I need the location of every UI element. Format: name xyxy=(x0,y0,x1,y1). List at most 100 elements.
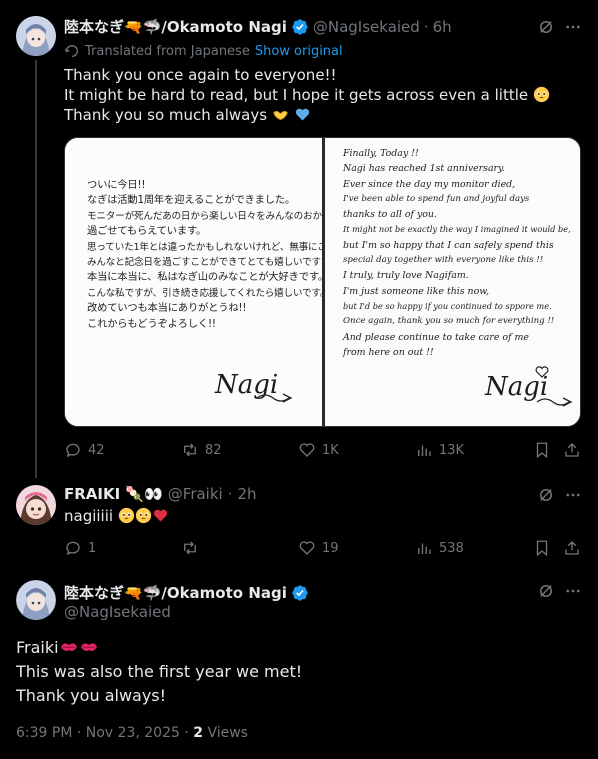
reply-text: nagiiiii xyxy=(64,507,114,525)
bookmark-button[interactable] xyxy=(533,441,551,459)
views-count: 13K xyxy=(439,442,465,458)
more-icon[interactable] xyxy=(564,582,582,604)
display-name[interactable]: 陸本なぎ🔫🦈/Okamoto Nagi xyxy=(64,16,287,37)
tweet-line: Fraiki xyxy=(16,636,302,660)
like-button[interactable]: 1K xyxy=(298,441,339,459)
views-icon xyxy=(418,445,431,456)
kiss-mark-icon xyxy=(80,643,97,651)
translated-label: Translated from Japanese xyxy=(85,43,250,59)
tweet-time[interactable]: 6h xyxy=(433,18,452,36)
views-icon xyxy=(418,543,431,554)
letter-en-line: Finally, Today !! xyxy=(343,148,419,159)
views-count: 2 xyxy=(193,725,203,741)
avatar-art xyxy=(16,485,56,525)
reply-count: 42 xyxy=(88,442,105,458)
repost-count: 82 xyxy=(205,442,222,458)
bookmark-button[interactable] xyxy=(533,539,551,557)
bookmark-icon xyxy=(536,540,548,557)
handle[interactable]: @NagIsekaied xyxy=(64,603,171,621)
repost-button[interactable] xyxy=(181,539,205,557)
letter-en-line: I've been able to spend fun and joyful d… xyxy=(343,193,530,204)
tweet-line: This was also the first year we met! xyxy=(16,662,303,681)
letter-en-line: Nagi has reached 1st anniversary. xyxy=(343,163,506,175)
handle[interactable]: @Fraiki xyxy=(168,485,223,503)
avatar[interactable] xyxy=(16,485,56,525)
letter-en-line: Ever since the day my monitor died, xyxy=(343,178,516,190)
repost-button[interactable]: 82 xyxy=(181,441,222,459)
grok-icon[interactable] xyxy=(537,18,555,40)
repost-icon xyxy=(184,541,196,555)
more-icon[interactable] xyxy=(564,18,582,40)
letter-en-line: I'm just someone like this now, xyxy=(343,285,490,297)
reply-icon xyxy=(66,541,80,556)
heart-icon xyxy=(299,443,315,457)
letter-jp-line: こんな私ですが、引き続き応援してくれたら嬉しいです。 xyxy=(87,287,330,299)
reply-button[interactable]: 1 xyxy=(64,539,96,557)
display-name[interactable]: FRAIKI 🍡👀 xyxy=(64,485,163,503)
letter-en-line: Once again, thank you so much for everyt… xyxy=(343,316,555,327)
letter-en-line: I truly, truly love Nagifam. xyxy=(343,270,469,282)
share-button[interactable] xyxy=(563,539,581,557)
verified-badge-icon xyxy=(292,18,308,35)
pleading-face-icon xyxy=(118,507,134,524)
pleading-face-icon xyxy=(135,507,151,524)
letter-image[interactable]: ついに今日!! なぎは活動1周年を迎えることができました。 モニターが死んだあの… xyxy=(64,137,581,427)
tweet-line: It might be hard to read, but I hope it … xyxy=(64,85,550,105)
letter-jp-line: 改めていつも本当にありがとうね!! xyxy=(87,302,247,315)
letter-page-english: Finally, Today !! Nagi has reached 1st a… xyxy=(325,138,580,426)
views-label: Views xyxy=(207,725,248,741)
signature-flourish xyxy=(256,393,293,403)
grok-icon[interactable] xyxy=(537,582,555,604)
more-icon[interactable] xyxy=(564,486,582,508)
timestamp[interactable]: 6:39 PM · Nov 23, 2025 · xyxy=(16,725,193,741)
show-original-link[interactable]: Show original xyxy=(255,44,343,59)
letter-jp-line: モニターが死んだあの日から楽しい日々をみんなのおかげで xyxy=(87,210,341,222)
tweet-line: Thank you so much always xyxy=(64,105,550,125)
repost-icon xyxy=(184,443,196,457)
share-button[interactable] xyxy=(563,441,581,459)
pleading-face-icon xyxy=(533,86,550,103)
letter-jp-line: ついに今日!! xyxy=(87,179,146,191)
letter-en-line: thanks to all of you. xyxy=(343,209,437,221)
letter-jp-line: これからもどうぞよろしく!! xyxy=(87,317,216,330)
letter-jp-line: みんなと記念日を過ごすことができてとても嬉しいです!! xyxy=(87,257,329,269)
red-heart-icon xyxy=(153,509,167,522)
reply-button[interactable]: 42 xyxy=(64,441,105,459)
tweet-time[interactable]: 2h xyxy=(237,485,256,503)
kiss-mark-icon xyxy=(60,643,77,651)
letter-jp-line: 思っていた1年とは違ったかもしれないけれど、無事にこうして xyxy=(87,241,355,253)
heart-icon xyxy=(299,541,315,555)
reply-count: 1 xyxy=(88,540,97,556)
dot-separator: · xyxy=(423,17,429,36)
tweet-line: Thank you always! xyxy=(16,686,167,705)
tweet-meta: 6:39 PM · Nov 23, 2025 · 2 Views xyxy=(16,725,248,741)
signature-flourish xyxy=(536,397,573,407)
like-button[interactable]: 19 xyxy=(298,539,339,557)
tweet-text: Fraiki This was also the first year we m… xyxy=(16,636,302,708)
avatar-art xyxy=(16,580,56,620)
heart-hands-icon xyxy=(273,110,288,121)
avatar[interactable] xyxy=(16,16,56,56)
tweet-line: Thank you once again to everyone!! xyxy=(64,66,337,84)
display-name[interactable]: 陸本なぎ🔫🦈/Okamoto Nagi xyxy=(64,582,287,603)
letter-en-line: special day together with everyone like … xyxy=(343,255,544,266)
letter-jp-line: 本当に本当に、私はなぎ山のみなことが大好きです。 xyxy=(87,271,328,284)
bookmark-icon xyxy=(536,442,548,459)
letter-en-line: from here on out !! xyxy=(343,346,434,358)
views-button[interactable]: 13K xyxy=(415,441,464,459)
heart-doodle-icon xyxy=(535,366,549,378)
views-count: 538 xyxy=(439,540,464,556)
letter-en-line: It might not be exactly the way I imagin… xyxy=(343,224,571,235)
letter-page-japanese: ついに今日!! なぎは活動1周年を迎えることができました。 モニターが死んだあの… xyxy=(65,138,355,426)
like-count: 1K xyxy=(322,442,339,458)
avatar-art xyxy=(16,16,56,56)
views-button[interactable]: 538 xyxy=(415,539,464,557)
verified-badge-icon xyxy=(292,584,308,601)
letter-en-line: but I'm so happy that I can safely spend… xyxy=(343,239,554,251)
avatar[interactable] xyxy=(16,580,56,620)
handle[interactable]: @NagIsekaied xyxy=(313,18,420,36)
letter-jp-line: なぎは活動1周年を迎えることができました。 xyxy=(87,194,295,207)
grok-icon[interactable] xyxy=(537,486,555,508)
letter-jp-line: 過ごせてもらえています。 xyxy=(87,225,207,238)
share-icon xyxy=(565,443,579,457)
